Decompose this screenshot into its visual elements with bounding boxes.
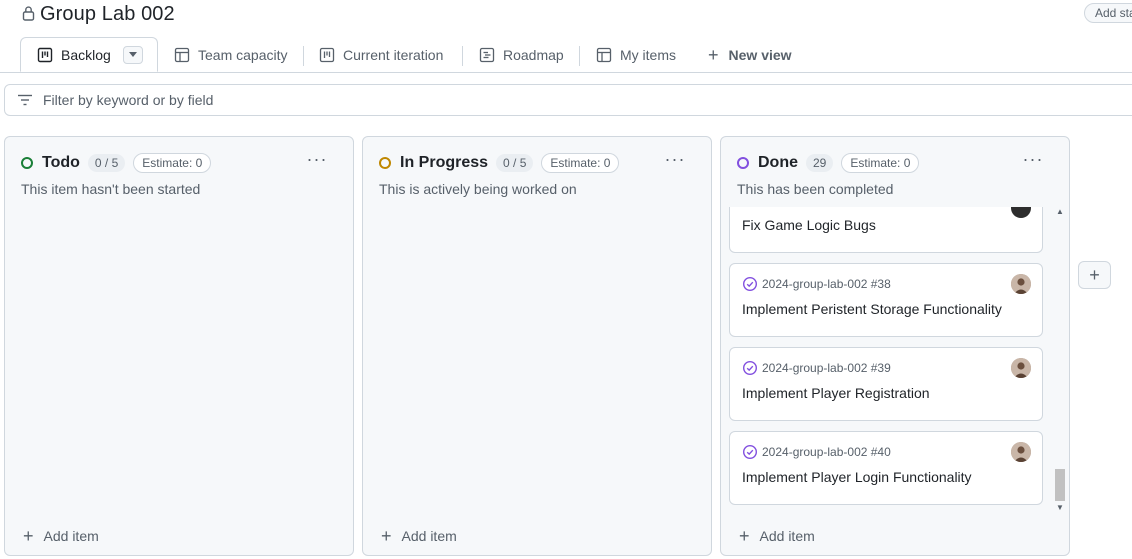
tab-label: Team capacity: [198, 46, 288, 63]
board-icon: [319, 47, 335, 63]
column-menu-button[interactable]: ···: [663, 149, 687, 169]
card-title: Implement Player Login Functionality: [742, 469, 972, 485]
column-done: Done 29 Estimate: 0 ··· This has been co…: [720, 136, 1070, 556]
filter-input[interactable]: Filter by keyword or by field: [4, 84, 1132, 116]
column-menu-button[interactable]: ···: [305, 149, 329, 169]
issue-closed-icon: [742, 276, 758, 292]
status-open-icon: [21, 157, 33, 169]
tab-divider: [303, 46, 304, 66]
card-title: Implement Peristent Storage Functionalit…: [742, 301, 1002, 317]
view-tabs: Backlog Team capacity Current iteration …: [0, 37, 1132, 73]
card-reference: 2024-group-lab-002 #38: [742, 276, 891, 292]
status-done-icon: [737, 157, 749, 169]
column-header: In Progress 0 / 5 Estimate: 0: [379, 153, 620, 173]
status-in-progress-icon: [379, 157, 391, 169]
scroll-thumb[interactable]: [1055, 469, 1065, 501]
plus-icon: +: [739, 526, 750, 546]
item-count: 0 / 5: [87, 154, 126, 172]
tab-divider: [579, 46, 580, 66]
estimate-badge: Estimate: 0: [541, 153, 620, 173]
column-name: In Progress: [400, 154, 489, 171]
table-icon: [174, 47, 190, 63]
column-name: Done: [758, 154, 798, 171]
new-view-label: New view: [728, 46, 792, 63]
add-status-button[interactable]: Add sta: [1084, 3, 1132, 23]
item-card[interactable]: Fix Game Logic Bugs: [729, 207, 1043, 253]
avatar: [1011, 207, 1031, 218]
card-title: Fix Game Logic Bugs: [742, 217, 876, 233]
add-column-button[interactable]: +: [1078, 261, 1111, 289]
column-menu-button[interactable]: ···: [1021, 149, 1045, 169]
new-view-button[interactable]: + New view: [708, 37, 792, 72]
issue-closed-icon: [742, 360, 758, 376]
estimate-badge: Estimate: 0: [841, 153, 920, 173]
tab-label: Current iteration: [343, 46, 444, 63]
table-icon: [596, 47, 612, 63]
column-in-progress: In Progress 0 / 5 Estimate: 0 ··· This i…: [362, 136, 712, 556]
lock-icon: [22, 5, 35, 26]
tab-backlog[interactable]: Backlog: [20, 37, 158, 72]
estimate-badge: Estimate: 0: [133, 153, 212, 173]
card-list: Fix Game Logic Bugs 2024-group-lab-002 #…: [729, 207, 1045, 517]
card-title: Implement Player Registration: [742, 385, 930, 401]
tab-team-capacity[interactable]: Team capacity: [174, 37, 287, 72]
avatar: [1011, 358, 1031, 378]
column-todo: Todo 0 / 5 Estimate: 0 ··· This item has…: [4, 136, 354, 556]
tab-my-items[interactable]: My items: [596, 37, 676, 72]
card-reference: 2024-group-lab-002 #40: [742, 444, 891, 460]
tab-label: My items: [620, 46, 676, 63]
card-ref-text: 2024-group-lab-002 #40: [762, 445, 891, 459]
chevron-down-icon: [128, 52, 137, 57]
column-name: Todo: [42, 154, 80, 171]
column-description: This has been completed: [737, 181, 894, 197]
plus-icon: +: [708, 44, 719, 65]
scroll-down-arrow[interactable]: ▼: [1054, 503, 1066, 513]
tab-options-dropdown[interactable]: [122, 45, 143, 64]
add-item-button[interactable]: + Add item: [381, 527, 457, 545]
project-header: Group Lab 002 Add sta: [0, 0, 1132, 34]
avatar: [1011, 442, 1031, 462]
column-header: Done 29 Estimate: 0: [737, 153, 920, 173]
add-item-label: Add item: [759, 528, 815, 544]
tab-label: Backlog: [61, 46, 111, 63]
add-item-label: Add item: [401, 528, 457, 544]
card-reference: 2024-group-lab-002 #39: [742, 360, 891, 376]
roadmap-icon: [479, 47, 495, 63]
column-description: This item hasn't been started: [21, 181, 201, 197]
column-header: Todo 0 / 5 Estimate: 0: [21, 153, 212, 173]
add-item-button[interactable]: + Add item: [739, 527, 815, 545]
avatar: [1011, 274, 1031, 294]
tab-label: Roadmap: [503, 46, 564, 63]
plus-icon: +: [1089, 264, 1100, 285]
tab-roadmap[interactable]: Roadmap: [479, 37, 564, 72]
column-description: This is actively being worked on: [379, 181, 577, 197]
card-ref-text: 2024-group-lab-002 #38: [762, 277, 891, 291]
plus-icon: +: [381, 526, 392, 546]
item-count: 0 / 5: [496, 154, 534, 172]
add-item-label: Add item: [43, 528, 99, 544]
board-icon: [37, 47, 53, 63]
tab-current-iteration[interactable]: Current iteration: [319, 37, 443, 72]
project-title: Group Lab 002: [40, 3, 175, 25]
board: Todo 0 / 5 Estimate: 0 ··· This item has…: [0, 125, 1132, 559]
column-scrollbar[interactable]: ▲ ▼: [1054, 207, 1066, 517]
filter-icon: [17, 94, 33, 106]
issue-closed-icon: [742, 444, 758, 460]
item-card[interactable]: 2024-group-lab-002 #39 Implement Player …: [729, 347, 1043, 421]
add-item-button[interactable]: + Add item: [23, 527, 99, 545]
plus-icon: +: [23, 526, 34, 546]
tab-divider: [462, 46, 463, 66]
filter-placeholder: Filter by keyword or by field: [43, 92, 214, 108]
item-card[interactable]: 2024-group-lab-002 #40 Implement Player …: [729, 431, 1043, 505]
card-ref-text: 2024-group-lab-002 #39: [762, 361, 891, 375]
item-card[interactable]: 2024-group-lab-002 #38 Implement Periste…: [729, 263, 1043, 337]
scroll-up-arrow[interactable]: ▲: [1054, 207, 1066, 217]
item-count: 29: [806, 154, 834, 172]
